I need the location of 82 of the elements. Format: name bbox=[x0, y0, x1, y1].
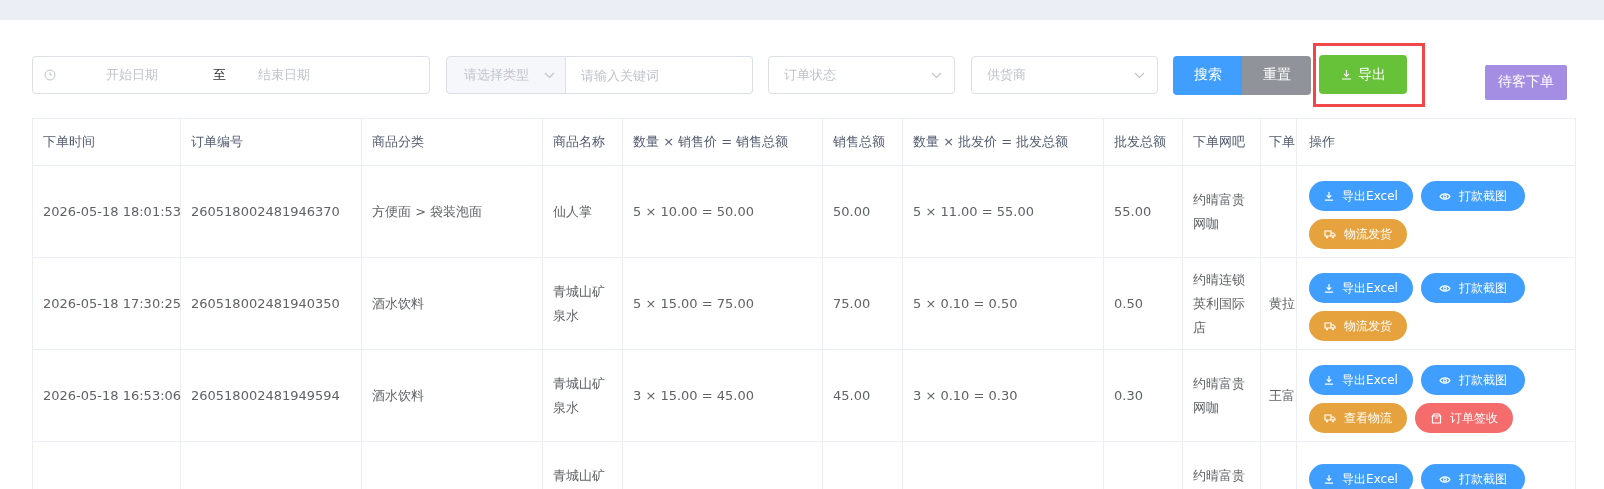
table-cell: 青城山矿 bbox=[553, 468, 605, 483]
export-excel-button[interactable]: 导出Excel bbox=[1309, 273, 1413, 303]
column-header: 商品名称 bbox=[553, 134, 605, 149]
sign-receipt-button[interactable]: 订单签收 bbox=[1415, 403, 1513, 433]
truck-icon bbox=[1324, 413, 1336, 423]
table-cell: 方便面 > 袋装泡面 bbox=[372, 203, 483, 219]
column-header: 下单时间 bbox=[43, 134, 95, 149]
supplier-select[interactable]: 供货商 bbox=[971, 56, 1158, 94]
date-separator: 至 bbox=[213, 66, 226, 84]
table-cell: 2026-05-18 17:30:25 bbox=[43, 295, 180, 311]
column-header: 销售总额 bbox=[833, 134, 885, 149]
download-icon bbox=[1324, 474, 1335, 484]
table-cell: 50.00 bbox=[833, 203, 871, 219]
table-cell: 55.00 bbox=[1114, 203, 1152, 219]
table-cell: 酒水饮料 bbox=[372, 387, 424, 403]
export-excel-button[interactable]: 导出Excel bbox=[1309, 181, 1413, 211]
search-button[interactable]: 搜索 bbox=[1173, 55, 1242, 95]
table-cell: 5 × 0.10 = 0.50 bbox=[913, 295, 1018, 311]
export-excel-button[interactable]: 导出Excel bbox=[1309, 464, 1413, 489]
end-date-placeholder: 结束日期 bbox=[258, 66, 311, 84]
box-icon bbox=[1430, 412, 1442, 424]
column-header: 数量 × 批发价 = 批发总额 bbox=[913, 134, 1069, 149]
export-button[interactable]: 导出 bbox=[1319, 55, 1407, 94]
export-excel-button[interactable]: 导出Excel bbox=[1309, 365, 1413, 395]
table-cell: 3 × 15.00 = 45.00 bbox=[633, 387, 755, 403]
table-cell: 仙人掌 bbox=[553, 203, 592, 219]
eye-icon bbox=[1439, 474, 1451, 484]
order-status-select[interactable]: 订单状态 bbox=[768, 56, 955, 94]
chevron-down-icon bbox=[544, 71, 555, 79]
column-header: 数量 × 销售价 = 销售总额 bbox=[633, 134, 789, 149]
column-header: 订单编号 bbox=[191, 134, 243, 149]
download-icon bbox=[1324, 283, 1335, 293]
download-icon bbox=[1324, 191, 1335, 201]
table-cell: 5 × 15.00 = 75.00 bbox=[633, 295, 755, 311]
payment-screenshot-button[interactable]: 打款截图 bbox=[1421, 273, 1525, 303]
keyword-field[interactable]: 请输入关键词 bbox=[566, 56, 753, 94]
table-cell: 黄拉 bbox=[1269, 295, 1295, 311]
column-header: 下单 bbox=[1269, 134, 1295, 149]
payment-screenshot-button[interactable]: 打款截图 bbox=[1421, 365, 1525, 395]
table-cell: 0.30 bbox=[1114, 387, 1143, 403]
start-date-placeholder: 开始日期 bbox=[106, 66, 159, 84]
payment-screenshot-button[interactable]: 打款截图 bbox=[1421, 464, 1525, 489]
table-cell: 约晴富贵网咖 bbox=[1193, 375, 1245, 415]
table-cell: 3 × 0.10 = 0.30 bbox=[913, 387, 1018, 403]
clock-icon bbox=[44, 69, 56, 81]
column-header: 商品分类 bbox=[372, 134, 424, 149]
track-logistics-button[interactable]: 查看物流 bbox=[1309, 403, 1407, 433]
chevron-down-icon bbox=[1134, 71, 1145, 79]
table-cell: 5 × 10.00 = 50.00 bbox=[633, 203, 755, 219]
table-cell: 260518002481946370 bbox=[191, 203, 340, 219]
download-icon bbox=[1324, 375, 1335, 385]
table-cell: 约晴富贵 bbox=[1193, 468, 1245, 483]
table-cell: 王富 bbox=[1269, 387, 1295, 403]
table-cell: 约晴富贵网咖 bbox=[1193, 191, 1245, 231]
column-header: 批发总额 bbox=[1114, 134, 1166, 149]
table-cell: 约晴连锁英利国际店 bbox=[1193, 271, 1245, 335]
table-cell: 青城山矿泉水 bbox=[553, 375, 605, 415]
table-cell: 75.00 bbox=[833, 295, 871, 311]
table-cell: 260518002481940350 bbox=[191, 295, 340, 311]
table-cell: 45.00 bbox=[833, 387, 871, 403]
download-icon bbox=[1340, 69, 1352, 80]
truck-icon bbox=[1324, 229, 1336, 239]
table-cell: 0.50 bbox=[1114, 295, 1143, 311]
truck-icon bbox=[1324, 321, 1336, 331]
eye-icon bbox=[1439, 191, 1451, 201]
column-header: 下单网吧 bbox=[1193, 134, 1245, 149]
table-cell: 260518002481949594 bbox=[191, 387, 340, 403]
table-cell: 2026-05-18 18:01:53 bbox=[43, 203, 180, 219]
table-cell: 2026-05-18 16:53:06 bbox=[43, 387, 180, 403]
eye-icon bbox=[1439, 375, 1451, 385]
payment-screenshot-button[interactable]: 打款截图 bbox=[1421, 181, 1525, 211]
ship-button[interactable]: 物流发货 bbox=[1309, 219, 1407, 249]
table-cell: 酒水饮料 bbox=[372, 295, 424, 311]
date-range-field[interactable]: 开始日期 至 结束日期 bbox=[32, 56, 430, 94]
table-cell: 青城山矿泉水 bbox=[553, 283, 605, 323]
ship-button[interactable]: 物流发货 bbox=[1309, 311, 1407, 341]
table-cell: 5 × 11.00 = 55.00 bbox=[913, 203, 1035, 219]
chevron-down-icon bbox=[931, 71, 942, 79]
guest-order-button[interactable]: 待客下单 bbox=[1485, 64, 1567, 100]
eye-icon bbox=[1439, 283, 1451, 293]
reset-button[interactable]: 重置 bbox=[1242, 55, 1311, 95]
column-header: 操作 bbox=[1309, 134, 1335, 149]
